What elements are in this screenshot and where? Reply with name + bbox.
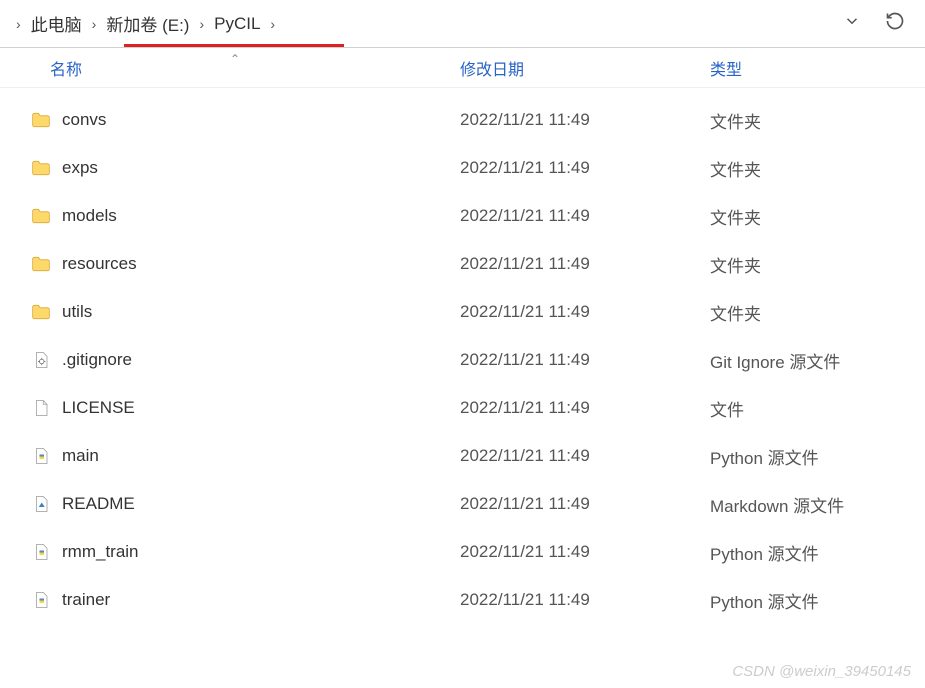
file-item[interactable]: README 2022/11/21 11:49Markdown 源文件 bbox=[0, 480, 925, 528]
file-item[interactable]: rmm_train 2022/11/21 11:49Python 源文件 bbox=[0, 528, 925, 576]
file-type: Markdown 源文件 bbox=[710, 492, 925, 517]
file-item[interactable]: resources 2022/11/21 11:49文件夹 bbox=[0, 240, 925, 288]
file-name: utils bbox=[62, 302, 92, 322]
file-date: 2022/11/21 11:49 bbox=[460, 110, 710, 130]
file-date: 2022/11/21 11:49 bbox=[460, 254, 710, 274]
file-item[interactable]: convs 2022/11/21 11:49文件夹 bbox=[0, 96, 925, 144]
file-item[interactable]: exps 2022/11/21 11:49文件夹 bbox=[0, 144, 925, 192]
column-header-date[interactable]: 修改日期 bbox=[460, 56, 710, 80]
file-date: 2022/11/21 11:49 bbox=[460, 494, 710, 514]
file-name: convs bbox=[62, 110, 106, 130]
sort-indicator-icon: ⌃ bbox=[230, 52, 240, 66]
file-date: 2022/11/21 11:49 bbox=[460, 398, 710, 418]
file-type: Git Ignore 源文件 bbox=[710, 348, 925, 373]
chevron-right-icon: › bbox=[193, 16, 210, 32]
file-list: convs2022/11/21 11:49文件夹exps2022/11/21 1… bbox=[0, 88, 925, 624]
file-item[interactable]: utils 2022/11/21 11:49文件夹 bbox=[0, 288, 925, 336]
folder-icon bbox=[30, 109, 52, 131]
column-headers: 名称⌃ 修改日期 类型 bbox=[0, 48, 925, 88]
file-type: Python 源文件 bbox=[710, 444, 925, 469]
folder-icon bbox=[30, 157, 52, 179]
breadcrumb-item[interactable]: 此电脑 bbox=[27, 11, 86, 36]
annotation-underline bbox=[124, 44, 344, 47]
folder-icon bbox=[30, 253, 52, 275]
file-item[interactable]: main 2022/11/21 11:49Python 源文件 bbox=[0, 432, 925, 480]
file-item[interactable]: trainer 2022/11/21 11:49Python 源文件 bbox=[0, 576, 925, 624]
file-name: exps bbox=[62, 158, 98, 178]
file-date: 2022/11/21 11:49 bbox=[460, 446, 710, 466]
file-name: main bbox=[62, 446, 99, 466]
file-type: Python 源文件 bbox=[710, 588, 925, 613]
file-date: 2022/11/21 11:49 bbox=[460, 158, 710, 178]
file-type: 文件夹 bbox=[710, 156, 925, 181]
folder-icon bbox=[30, 301, 52, 323]
chevron-down-icon[interactable] bbox=[843, 12, 861, 35]
watermark: CSDN @weixin_39450145 bbox=[732, 663, 911, 680]
file-date: 2022/11/21 11:49 bbox=[460, 542, 710, 562]
file-type: 文件 bbox=[710, 396, 925, 421]
file-name: models bbox=[62, 206, 117, 226]
file-icon bbox=[30, 589, 52, 611]
chevron-right-icon: › bbox=[10, 16, 27, 32]
file-type: 文件夹 bbox=[710, 108, 925, 133]
file-type: 文件夹 bbox=[710, 300, 925, 325]
file-icon bbox=[30, 397, 52, 419]
breadcrumb-item[interactable]: PyCIL bbox=[210, 14, 264, 34]
file-date: 2022/11/21 11:49 bbox=[460, 350, 710, 370]
file-icon bbox=[30, 493, 52, 515]
file-type: 文件夹 bbox=[710, 252, 925, 277]
folder-icon bbox=[30, 205, 52, 227]
file-icon bbox=[30, 541, 52, 563]
file-type: 文件夹 bbox=[710, 204, 925, 229]
breadcrumb: › 此电脑 › 新加卷 (E:) › PyCIL › bbox=[10, 0, 843, 47]
file-name: LICENSE bbox=[62, 398, 135, 418]
chevron-right-icon: › bbox=[264, 16, 281, 32]
file-name: rmm_train bbox=[62, 542, 139, 562]
file-type: Python 源文件 bbox=[710, 540, 925, 565]
file-item[interactable]: models 2022/11/21 11:49文件夹 bbox=[0, 192, 925, 240]
address-bar: › 此电脑 › 新加卷 (E:) › PyCIL › bbox=[0, 0, 925, 48]
file-name: resources bbox=[62, 254, 137, 274]
column-header-type[interactable]: 类型 bbox=[710, 56, 925, 80]
refresh-icon[interactable] bbox=[885, 11, 905, 36]
file-name: trainer bbox=[62, 590, 110, 610]
file-date: 2022/11/21 11:49 bbox=[460, 590, 710, 610]
file-date: 2022/11/21 11:49 bbox=[460, 302, 710, 322]
file-name: README bbox=[62, 494, 135, 514]
breadcrumb-item[interactable]: 新加卷 (E:) bbox=[102, 11, 193, 36]
column-header-name[interactable]: 名称⌃ bbox=[30, 56, 460, 80]
file-item[interactable]: .gitignore 2022/11/21 11:49Git Ignore 源文件 bbox=[0, 336, 925, 384]
file-icon bbox=[30, 445, 52, 467]
file-icon bbox=[30, 349, 52, 371]
file-item[interactable]: LICENSE 2022/11/21 11:49文件 bbox=[0, 384, 925, 432]
chevron-right-icon: › bbox=[86, 16, 103, 32]
file-date: 2022/11/21 11:49 bbox=[460, 206, 710, 226]
file-name: .gitignore bbox=[62, 350, 132, 370]
